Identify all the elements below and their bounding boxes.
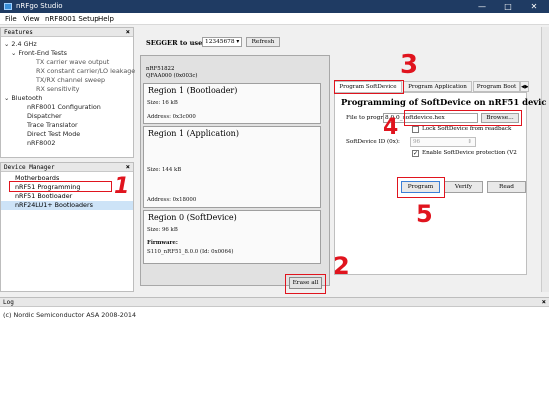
annotation-box-device-item <box>9 181 112 192</box>
segger-label: SEGGER to use: <box>146 39 205 47</box>
tab-scroll-arrows-icon[interactable]: ◀▶ <box>520 81 529 92</box>
lock-softdevice-checkbox[interactable] <box>412 126 419 133</box>
window-title: nRFgo Studio <box>16 2 63 10</box>
tree-item-dispatcher[interactable]: Dispatcher <box>27 112 62 120</box>
verify-button[interactable]: Verify <box>444 181 483 193</box>
log-text: (c) Nordic Semiconductor ASA 2008-2014 <box>3 311 137 319</box>
maximize-button[interactable]: □ <box>495 0 521 13</box>
features-panel-title: Features × <box>1 28 133 37</box>
features-title-text: Features <box>4 29 33 36</box>
annotation-box-file-input <box>404 110 522 126</box>
tab-program-bootloader[interactable]: Program Boot <box>473 81 520 92</box>
annotation-box-program-button <box>397 177 445 198</box>
log-panel: Log × (c) Nordic Semiconductor ASA 2008-… <box>0 297 549 402</box>
device-id: nRF51822 QFAA000 (0x003c) <box>146 66 197 80</box>
annotation-number-1: 1 <box>114 174 130 199</box>
annotation-number-3: 3 <box>400 50 419 80</box>
device-manager-title-text: Device Manager <box>4 164 55 171</box>
firmware-value: S110_nRF51_8.0.0 (Id: 0x0064) <box>147 249 234 255</box>
tree-item-nrf8001-config[interactable]: nRF8001 Configuration <box>27 103 101 111</box>
region-size: Size: 144 kB <box>147 167 182 173</box>
menu-nrf8001-setup[interactable]: nRF8001 Setup <box>45 15 99 23</box>
title-bar: nRFgo Studio — □ ✕ <box>0 0 549 13</box>
log-close-icon[interactable]: × <box>542 298 546 307</box>
spinner-arrows-icon: ⇕ <box>467 139 472 145</box>
tree-item-bluetooth[interactable]: ⌄ Bluetooth <box>4 94 42 102</box>
device-name: nRF51822 <box>146 66 175 72</box>
region-application: Region 1 (Application) Size: 144 kB Addr… <box>143 126 321 208</box>
checkmark-icon: ✓ <box>413 150 419 157</box>
device-manager-title: Device Manager × <box>1 163 133 172</box>
refresh-button[interactable]: Refresh <box>246 37 280 47</box>
segger-select[interactable]: 12345678 ▾ <box>202 37 242 47</box>
features-panel: Features × ⌄ 2.4 GHz ⌄ Front-End Tests T… <box>0 27 135 158</box>
enable-protection-label: Enable SoftDevice protection (V2 <box>422 150 517 156</box>
region-softdevice: Region 0 (SoftDevice) Size: 96 kB Firmwa… <box>143 210 321 264</box>
program-heading: Programming of SoftDevice on nRF51 devic <box>341 97 547 107</box>
tab-program-application[interactable]: Program Application <box>403 81 472 92</box>
features-close-icon[interactable]: × <box>126 28 130 37</box>
region-title: Region 0 (SoftDevice) <box>148 213 237 222</box>
menu-help[interactable]: Help <box>98 15 114 23</box>
device-variant: QFAA000 (0x003c) <box>146 73 198 79</box>
tree-item-direct-test-mode[interactable]: Direct Test Mode <box>27 130 80 138</box>
region-size: Size: 96 kB <box>147 227 178 233</box>
tree-item-nrf8002[interactable]: nRF8002 <box>27 139 55 147</box>
annotation-box-erase-button <box>285 274 326 294</box>
annotation-box-softdevice-tab <box>334 80 404 94</box>
region-address: Address: 0x3c000 <box>147 114 196 120</box>
log-panel-title: Log × <box>0 298 549 307</box>
softdevice-id-spinner[interactable]: 96 ⇕ <box>410 137 476 147</box>
main-scrollbar[interactable] <box>541 27 549 292</box>
minimize-button[interactable]: — <box>469 0 495 13</box>
menu-bar: File View nRF8001 Setup Help <box>0 13 549 25</box>
read-button[interactable]: Read <box>487 181 526 193</box>
firmware-label: Firmware: <box>147 240 178 246</box>
device-item-nrf24lu1-bootloaders[interactable]: nRF24LU1+ Bootloaders <box>1 201 133 210</box>
region-size: Size: 16 kB <box>147 100 178 106</box>
region-bootloader: Region 1 (Bootloader) Size: 16 kB Addres… <box>143 83 321 124</box>
tree-item-rx-sensitivity[interactable]: RX sensitivity <box>36 85 79 93</box>
menu-file[interactable]: File <box>5 15 17 23</box>
tree-item-24ghz[interactable]: ⌄ 2.4 GHz <box>4 40 37 48</box>
region-title: Region 1 (Application) <box>148 129 239 138</box>
device-manager-close-icon[interactable]: × <box>126 163 130 172</box>
region-title: Region 1 (Bootloader) <box>148 86 238 95</box>
annotation-number-5: 5 <box>416 200 433 228</box>
app-logo-icon <box>4 3 12 10</box>
tree-item-channel-sweep[interactable]: TX/RX channel sweep <box>36 76 105 84</box>
lock-softdevice-label: Lock SoftDevice from readback <box>422 126 512 132</box>
tree-item-rx-constant-carrier[interactable]: RX constant carrier/LO leakage <box>36 67 135 75</box>
chevron-down-icon: ▾ <box>236 39 240 45</box>
log-title-text: Log <box>3 299 14 306</box>
annotation-number-2: 2 <box>333 252 350 280</box>
annotation-number-4: 4 <box>383 115 399 140</box>
tree-item-front-end-tests[interactable]: ⌄ Front-End Tests <box>11 49 67 57</box>
tree-item-trace-translator[interactable]: Trace Translator <box>27 121 78 129</box>
enable-protection-checkbox[interactable]: ✓ <box>412 150 419 157</box>
close-window-button[interactable]: ✕ <box>521 0 547 13</box>
region-address: Address: 0x18000 <box>147 197 197 203</box>
menu-view[interactable]: View <box>23 15 40 23</box>
tree-item-tx-carrier[interactable]: TX carrier wave output <box>36 58 109 66</box>
